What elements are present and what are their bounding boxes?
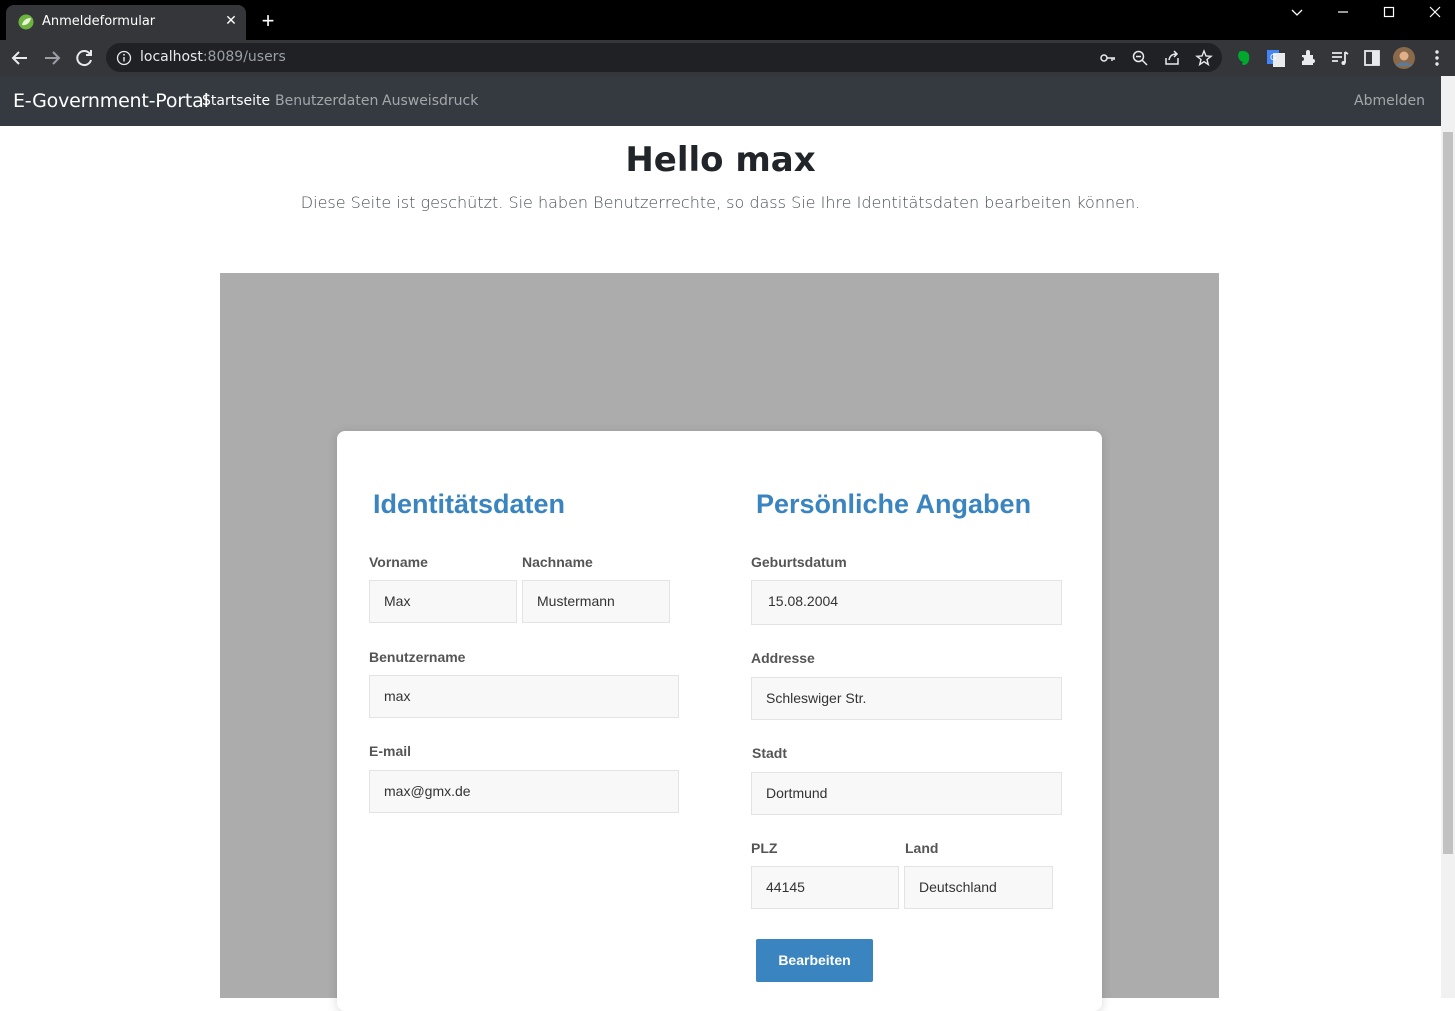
bearbeiten-button[interactable]: Bearbeiten [756,939,873,982]
city-label: Stadt [752,745,787,761]
new-tab-icon[interactable]: + [256,10,280,34]
personal-section-title: Persönliche Angaben [756,489,1032,519]
email-field[interactable]: max@gmx.de [369,770,679,813]
vorname-field[interactable]: Max [369,580,517,623]
vorname-label: Vorname [369,554,428,570]
tab-title: Anmeldeformular [42,14,156,29]
forward-icon[interactable] [38,44,66,72]
plz-label: PLZ [751,840,778,856]
share-icon[interactable] [1163,49,1181,67]
address-field[interactable]: Schleswiger Str. [751,677,1062,720]
address-label: Addresse [751,650,815,666]
country-label: Land [905,840,939,856]
nav-benutzerdaten[interactable]: Benutzerdaten [275,93,378,109]
maximize-icon[interactable] [1366,0,1412,28]
extensions-icon[interactable] [1298,48,1318,68]
reading-list-icon[interactable] [1330,48,1350,68]
spring-leaf-icon [18,14,34,30]
kebab-menu-icon[interactable] [1427,48,1447,68]
identity-section-title: Identitätsdaten [373,489,566,519]
bookmark-star-icon[interactable] [1195,49,1213,67]
username-field[interactable]: max [369,675,679,718]
nav-ausweisdruck[interactable]: Ausweisdruck [382,93,478,109]
tab-close-icon[interactable]: ✕ [222,11,240,29]
svg-text:G: G [1270,53,1276,62]
close-window-icon[interactable] [1412,0,1455,28]
nachname-field[interactable]: Mustermann [522,580,670,623]
minimize-icon[interactable] [1320,0,1366,28]
url-path: :8089/users [202,49,286,65]
site-info-icon[interactable] [116,50,132,66]
username-label: Benutzername [369,649,466,665]
nav-abmelden[interactable]: Abmelden [1354,93,1425,109]
back-icon[interactable] [6,44,34,72]
evernote-icon[interactable] [1234,48,1254,68]
url-host: localhost [140,49,203,65]
browser-tab-strip: Anmeldeformular ✕ + [0,0,1455,40]
page-subtitle: Diese Seite ist geschützt. Sie haben Ben… [300,193,1141,212]
page-title: Hello max [625,140,816,180]
browser-toolbar: localhost:8089/users G [0,40,1455,76]
brand-logo[interactable]: E-Government-Portal [13,90,209,112]
email-label: E-mail [369,743,412,759]
scrollbar-thumb[interactable] [1443,132,1453,854]
translate-icon[interactable]: G [1266,48,1286,68]
tab-search-icon[interactable] [1274,0,1320,28]
zoom-icon[interactable] [1131,49,1149,67]
profile-avatar-icon[interactable] [1393,47,1415,69]
key-icon[interactable] [1099,49,1117,67]
city-field[interactable]: Dortmund [751,772,1062,815]
birthdate-label: Geburtsdatum [751,554,847,570]
browser-tab[interactable]: Anmeldeformular ✕ [6,5,246,40]
app-navbar: E-Government-Portal Startseite Benutzerd… [0,76,1441,126]
country-field[interactable]: Deutschland [904,866,1053,909]
nav-startseite[interactable]: Startseite [202,93,270,109]
side-panel-icon[interactable] [1362,48,1382,68]
url-text: localhost:8089/users [140,49,286,65]
birthdate-field[interactable]: 15.08.2004 [751,580,1062,625]
address-bar[interactable]: localhost:8089/users [106,43,1222,72]
plz-field[interactable]: 44145 [751,866,899,909]
reload-icon[interactable] [70,44,98,72]
nachname-label: Nachname [522,554,593,570]
